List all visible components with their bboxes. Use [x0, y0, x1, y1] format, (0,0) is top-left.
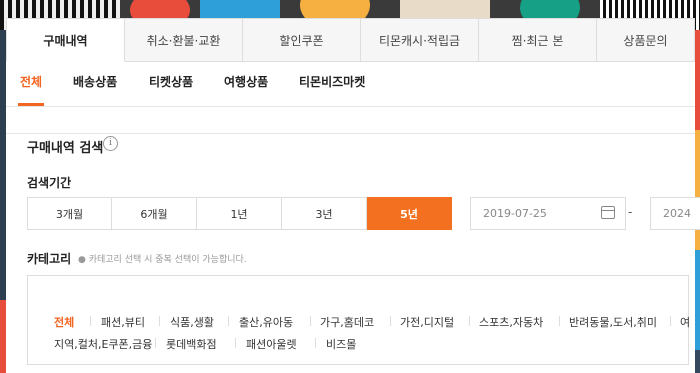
category-pets-books-hobby[interactable]: 반려동물,도서,취미: [569, 314, 657, 330]
calendar-icon[interactable]: [601, 206, 615, 219]
tab-product-inquiry[interactable]: 상품문의: [597, 18, 695, 62]
category-divider: [159, 316, 160, 326]
category-divider: [155, 338, 156, 348]
tab-cancel-refund-exchange[interactable]: 취소·환불·교환: [125, 18, 243, 62]
tab-wishlist-recent[interactable]: 찜·최근 본: [479, 18, 597, 62]
category-fashion-beauty[interactable]: 패션,뷰티: [101, 314, 145, 330]
category-divider: [235, 338, 236, 348]
subtab-biz-market[interactable]: 티몬비즈마켓: [299, 62, 365, 106]
subtab-travel[interactable]: 여행상품: [224, 62, 268, 106]
period-label: 검색기간: [27, 176, 72, 190]
info-icon[interactable]: i: [103, 136, 118, 151]
category-divider: [315, 338, 316, 348]
category-label: 카테고리: [27, 252, 72, 266]
category-divider: [469, 316, 470, 326]
period-1-year-button[interactable]: 1년: [197, 197, 282, 230]
category-electronics[interactable]: 가전,디지털: [400, 314, 454, 330]
category-fashion-outlet[interactable]: 패션아울렛: [246, 336, 297, 352]
period-3-years-button[interactable]: 3년: [282, 197, 367, 230]
date-separator: -: [628, 205, 633, 219]
start-date-field[interactable]: 2019-07-25: [470, 197, 626, 230]
category-box: 전체 패션,뷰티 식품,생활 출산,유아동 가구,홈데코 가전,디지털 스포츠,…: [27, 275, 690, 365]
category-all[interactable]: 전체: [54, 314, 74, 330]
category-food-living[interactable]: 식품,생활: [170, 314, 214, 330]
end-date-value: 2024: [663, 207, 691, 220]
tab-purchase-history[interactable]: 구매내역: [6, 18, 125, 62]
category-hint: ● 카테고리 선택 시 중복 선택이 가능합니다.: [78, 255, 247, 265]
category-sports-auto[interactable]: 스포츠,자동차: [479, 314, 543, 330]
category-local-culture-coupon-finance[interactable]: 지역,컬처,E쿠폰,금융: [54, 336, 152, 352]
search-title: 구매내역 검색: [27, 141, 104, 156]
category-lotte-department-store[interactable]: 롯데백화점: [166, 336, 217, 352]
start-date-value: 2019-07-25: [483, 207, 547, 220]
subtab-ticket[interactable]: 티켓상품: [149, 62, 193, 106]
main-tabs: 구매내역 취소·환불·교환 할인쿠폰 티몬캐시·적립금 찜·최근 본 상품문의: [6, 18, 695, 63]
category-divider: [228, 316, 229, 326]
category-divider: [559, 316, 560, 326]
tab-cash-points[interactable]: 티몬캐시·적립금: [361, 18, 479, 62]
divider: [6, 107, 695, 134]
category-divider: [310, 316, 311, 326]
period-6-months-button[interactable]: 6개월: [112, 197, 197, 230]
end-date-field[interactable]: 2024: [650, 197, 700, 230]
category-baby[interactable]: 출산,유아동: [239, 314, 293, 330]
category-biz-mall[interactable]: 비즈몰: [326, 336, 356, 352]
category-divider: [390, 316, 391, 326]
period-buttons: 3개월 6개월 1년 3년 5년: [27, 197, 452, 230]
sub-tabs: 전체 배송상품 티켓상품 여행상품 티몬비즈마켓: [6, 62, 695, 107]
category-furniture-home[interactable]: 가구,홈데코: [320, 314, 374, 330]
subtab-delivery[interactable]: 배송상품: [73, 62, 117, 106]
tab-discount-coupons[interactable]: 할인쿠폰: [243, 18, 361, 62]
period-5-years-button[interactable]: 5년: [367, 197, 452, 230]
subtab-all[interactable]: 전체: [17, 62, 45, 106]
category-divider: [90, 316, 91, 326]
period-3-months-button[interactable]: 3개월: [27, 197, 112, 230]
category-divider: [670, 316, 671, 326]
category-travel-truncated[interactable]: 여: [680, 314, 690, 330]
